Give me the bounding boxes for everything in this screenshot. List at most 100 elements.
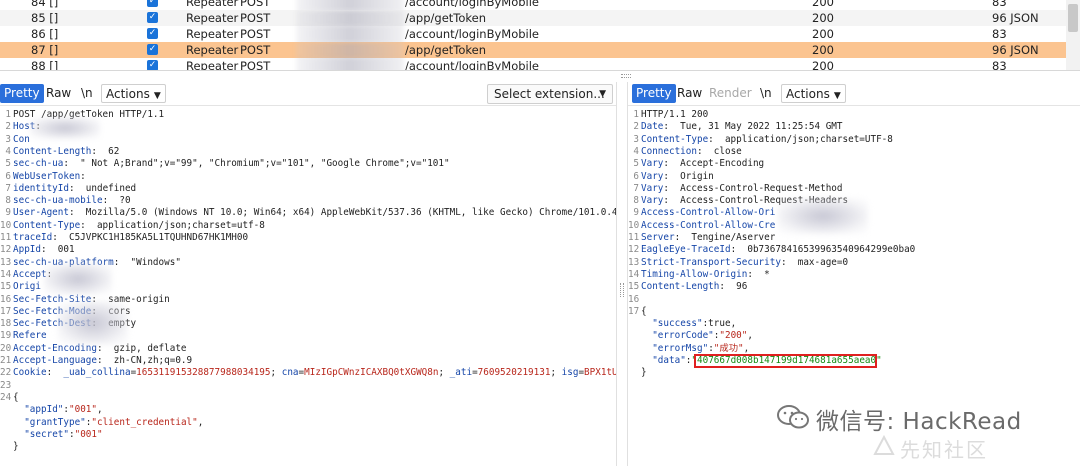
token: : Access-Control-Request-Method: [663, 182, 843, 194]
splitter-grip-icon: [620, 283, 624, 297]
line-content: EagleEye-TraceId: 0b73678416539963540964…: [641, 244, 915, 256]
token: Server: [641, 232, 675, 243]
token: MIzIGpCWnzICAXBQ0tXGWQ8n: [304, 367, 439, 379]
history-scrollbar-thumb[interactable]: [1068, 4, 1078, 32]
line-content: Accept-Language: zh-CN,zh;q=0.9: [13, 355, 192, 367]
line-number: 2: [633, 121, 639, 133]
token: HTTP/1.1 200: [641, 109, 709, 120]
line-content: {: [641, 306, 647, 318]
history-row[interactable]: 87 [] Repeater POST/app/getToken 200 96 JSON…: [0, 42, 1080, 58]
chevron-down-icon: ▼: [833, 91, 841, 101]
token: : max-age=0: [780, 256, 849, 268]
token: sec-ch-ua: [13, 158, 64, 170]
xianzhi-logo-icon: [873, 434, 895, 455]
row-tool: Repeater: [186, 59, 239, 70]
token: Accept-Language: [13, 355, 97, 366]
line-number: 24: [0, 391, 12, 403]
token: Vary: [641, 158, 664, 170]
highlight-box: [694, 353, 877, 368]
line-content: "grantType":"client_credential",: [13, 417, 203, 429]
line-number: 7: [5, 182, 11, 194]
line-number: 9: [633, 207, 639, 219]
token: }: [641, 367, 647, 379]
row-checkbox[interactable]: ✓: [147, 44, 158, 55]
splitter-grip-icon: [621, 74, 631, 78]
row-method: POST: [240, 59, 271, 70]
history-row[interactable]: 86 [] Repeater POST/account/loginByMobile 2…: [0, 26, 1080, 42]
line-content: identityId: undefined: [13, 183, 136, 195]
token: WebUserToken: [13, 170, 81, 182]
line-content: Timing-Allow-Origin: *: [641, 269, 770, 281]
token: "client_credential": [91, 416, 198, 428]
chevron-down-icon: ▼: [153, 91, 161, 101]
line-number: 8: [5, 195, 11, 207]
line-number: 17: [628, 305, 640, 317]
line-content: Origi: [13, 281, 41, 293]
line-content: HTTP/1.1 200: [641, 109, 708, 121]
tab-pretty[interactable]: Pretty: [632, 84, 676, 103]
redacted-host: [296, 42, 404, 58]
tab-raw[interactable]: Raw: [673, 84, 706, 103]
vertical-splitter[interactable]: [616, 82, 628, 466]
row-checkbox[interactable]: ✓: [147, 12, 158, 23]
actions-dropdown[interactable]: Actions ▼: [101, 84, 166, 103]
line-content: Refere: [13, 330, 47, 342]
redacted-host: [296, 0, 404, 10]
row-tool: Repeater: [186, 0, 239, 9]
token: : application/json;charset=utf-8: [80, 219, 265, 231]
horizontal-splitter[interactable]: [0, 70, 1080, 82]
tab-newline[interactable]: \n: [77, 84, 97, 103]
line-content: "errorCode":"200",: [641, 330, 753, 342]
token: : Mozilla/5.0 (Windows NT 10.0; Win64; x…: [68, 207, 616, 219]
row-tool: Repeater: [186, 43, 239, 57]
token: : Accept-Encoding: [663, 158, 765, 170]
row-length: 83: [992, 0, 1007, 9]
actions-dropdown[interactable]: Actions ▼: [781, 84, 846, 103]
row-number: 87 []: [31, 43, 59, 57]
token: traceId: [13, 232, 53, 243]
token: Date: [641, 121, 664, 133]
tab-render: Render: [709, 86, 752, 100]
request-toolbar: Pretty Raw \n Actions ▼ Select extension.…: [0, 82, 616, 106]
redacted-region: [44, 263, 112, 295]
history-row[interactable]: 85 [] Repeater POST/app/getToken 200 96 JSON…: [0, 10, 1080, 26]
line-content: AppId: 001: [13, 244, 75, 256]
tab-pretty[interactable]: Pretty: [0, 84, 44, 103]
history-row[interactable]: 88 [] Repeater POST/account/loginByMobile 2…: [0, 58, 1080, 70]
request-pane: Pretty Raw \n Actions ▼ Select extension.…: [0, 82, 616, 466]
token: : 62: [91, 145, 120, 157]
line-number: 5: [633, 158, 639, 170]
line-number: 12: [628, 244, 640, 256]
history-row[interactable]: 84 [] Repeater POST/account/loginByMobile 2…: [0, 0, 1080, 10]
select-extension-dropdown[interactable]: Select extension... ▼: [487, 84, 613, 104]
request-editor[interactable]: 1POST /app/getToken HTTP/1.12Host:3Con4C…: [0, 108, 616, 466]
row-checkbox[interactable]: ✓: [147, 28, 158, 39]
line-content: Content-Length: 96: [641, 281, 747, 293]
token: Connection: [641, 145, 697, 157]
row-number: 88 []: [31, 59, 59, 70]
line-number: 14: [628, 268, 640, 280]
token: EagleEye-TraceId: [641, 244, 731, 256]
token: 7609520219131: [477, 367, 551, 379]
row-checkbox[interactable]: ✓: [147, 0, 158, 7]
token: : 0b7367841653996354096429: [730, 244, 882, 256]
line-number: 2: [5, 121, 11, 133]
line-number: 13: [628, 256, 640, 268]
tab-newline[interactable]: \n: [756, 84, 776, 103]
row-url: /account/loginByMobile: [405, 27, 539, 41]
line-number: 10: [0, 219, 12, 231]
token: identityId: [13, 182, 69, 194]
row-checkbox[interactable]: ✓: [147, 60, 158, 70]
token: Vary: [641, 182, 664, 194]
line-number: 16: [628, 293, 640, 305]
token: "errorMsg": [652, 342, 709, 354]
row-status: 200: [812, 11, 834, 25]
token: :: [80, 170, 86, 182]
line-number: 21: [0, 355, 12, 366]
tab-raw[interactable]: Raw: [42, 84, 75, 103]
line-number: 8: [633, 195, 639, 207]
line-number: 11: [0, 232, 12, 243]
